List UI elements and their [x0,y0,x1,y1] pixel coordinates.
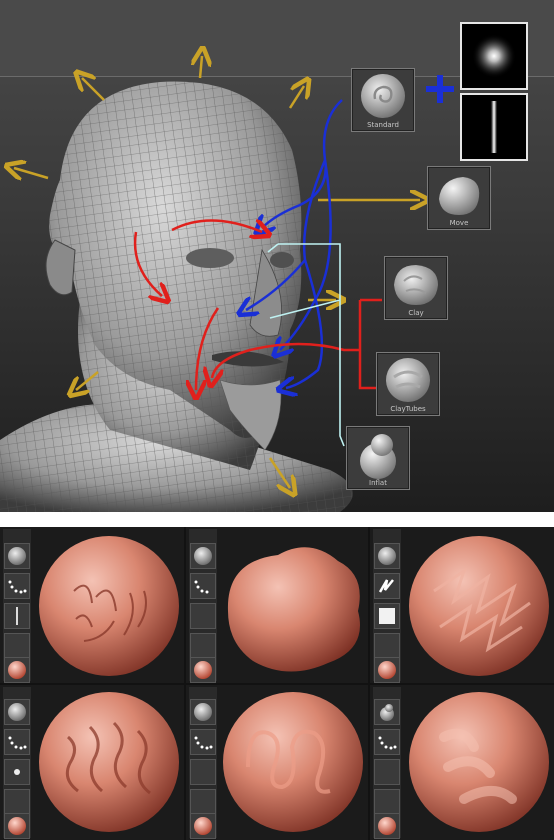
move-brush-thumbnail [439,177,480,215]
stroke-dots-icon[interactable] [4,573,30,599]
sample-move [186,527,368,683]
sample-claytubes-zigzag [370,527,554,683]
brush-toolbar [189,529,217,683]
texture-slot-button[interactable] [4,633,30,659]
clay-sphere-claytubes-zigzag [409,536,549,676]
sample-standard-dot [0,527,184,683]
brush-inflat[interactable]: Inflat [346,426,410,490]
clay-sphere-clay-loops [223,692,363,832]
brush-toolbar [3,529,31,683]
clay-brush-thumbnail [394,265,438,305]
alpha-slot-button[interactable] [190,759,216,785]
brush-thumbnail-button[interactable] [374,699,400,725]
sample-inflat [370,685,554,840]
material-sphere-icon[interactable] [190,813,216,839]
brush-thumbnail-button[interactable] [190,543,216,569]
brush-thumbnail-button[interactable] [374,543,400,569]
stroke-dots-icon[interactable] [374,729,400,755]
brush-thumbnail-button[interactable] [190,699,216,725]
brush-clay-label: Clay [408,309,424,317]
sculpt-overview-panel: Standard Move Clay ClayTubes Inflat [0,0,554,512]
clay-sphere-move-deformed [227,547,360,672]
alpha-dot-preview[interactable] [460,22,528,90]
texture-slot-button[interactable] [4,789,30,815]
brush-toolbar [189,687,217,839]
brush-standard-label: Standard [367,121,399,129]
texture-slot-button[interactable] [190,633,216,659]
texture-slot-button[interactable] [374,633,400,659]
clay-brush-arrows [133,220,382,390]
alpha-slot-button[interactable] [374,759,400,785]
inflat-brush-thumbnail [360,434,396,479]
alpha-line-icon[interactable] [4,603,30,629]
stroke-zigzag-icon[interactable] [374,573,400,599]
clay-sphere-standard-waves [39,692,179,832]
brush-inflat-label: Inflat [369,479,387,487]
brush-thumbnail-button[interactable] [4,543,30,569]
stroke-dots-icon[interactable] [4,729,30,755]
brush-toolbar [3,687,31,839]
alpha-square-icon[interactable] [374,603,400,629]
material-sphere-icon[interactable] [374,657,400,683]
alpha-dot-icon[interactable] [4,759,30,785]
sample-clay [186,685,368,840]
brush-move[interactable]: Move [427,166,491,230]
sample-standard-dot-dots [0,685,184,840]
brush-thumbnail-button[interactable] [4,699,30,725]
clay-sphere-inflat-bulges [409,692,549,832]
claytubes-brush-thumbnail [386,358,430,402]
alpha-slot-button[interactable] [190,603,216,629]
standard-brush-thumbnail [361,74,405,118]
material-sphere-icon[interactable] [374,813,400,839]
brush-move-label: Move [449,219,469,227]
material-sphere-icon[interactable] [4,813,30,839]
plus-icon [426,75,454,103]
material-sphere-icon[interactable] [190,657,216,683]
brush-claytubes-label: ClayTubes [390,405,426,413]
brush-samples-grid [0,527,554,840]
alpha-line-preview[interactable] [460,93,528,161]
brush-toolbar [373,687,401,839]
brush-claytubes[interactable]: ClayTubes [376,352,440,416]
alpha-line-icon [491,101,497,153]
brush-standard[interactable]: Standard [351,68,415,132]
stroke-dots-icon[interactable] [190,573,216,599]
alpha-dot-icon [472,34,516,78]
brush-clay[interactable]: Clay [384,256,448,320]
material-sphere-icon[interactable] [4,657,30,683]
clay-sphere-standard-strokes [39,536,179,676]
brush-toolbar [373,529,401,683]
texture-slot-button[interactable] [374,789,400,815]
stroke-dots-icon[interactable] [190,729,216,755]
texture-slot-button[interactable] [190,789,216,815]
